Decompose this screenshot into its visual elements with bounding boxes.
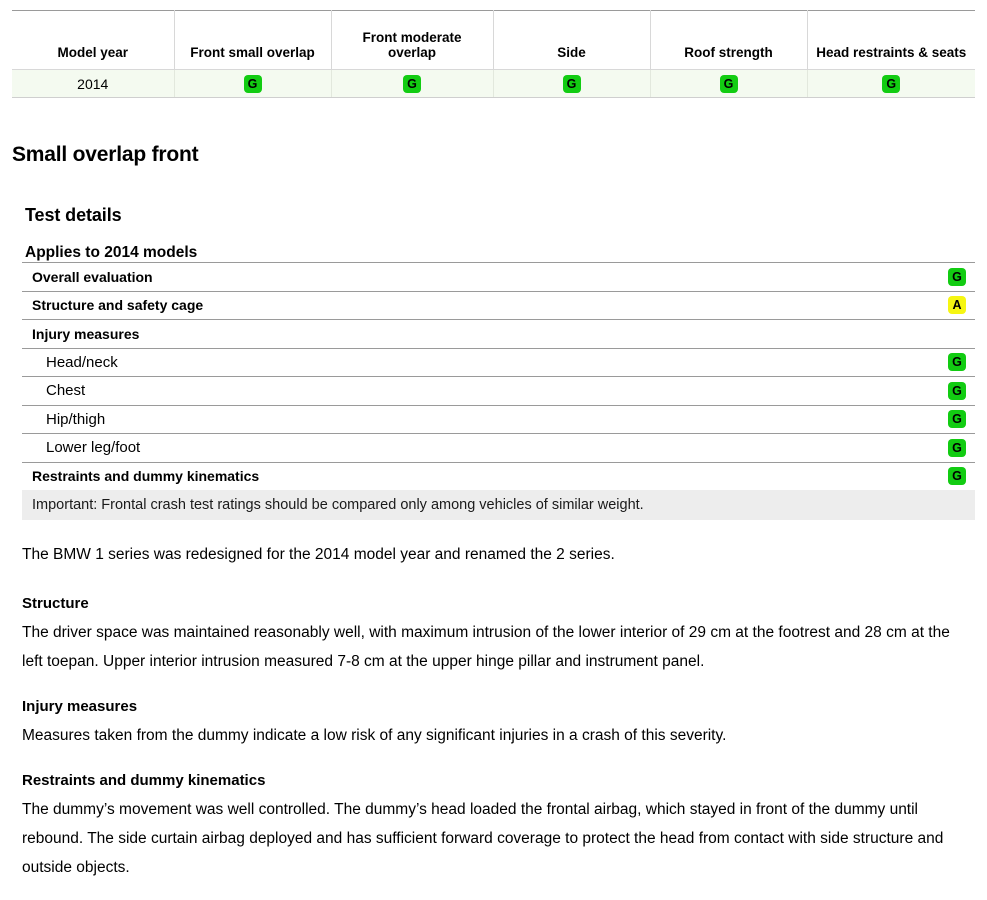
injury-measures-paragraph: Measures taken from the dummy indicate a… bbox=[22, 727, 727, 744]
column-header-head-restraints-seats: Head restraints & seats bbox=[807, 10, 975, 70]
page-title: Small overlap front bbox=[12, 143, 199, 166]
column-header-roof-strength: Roof strength bbox=[650, 10, 808, 70]
column-header-side: Side bbox=[493, 10, 651, 70]
rating-badge-lower-leg-foot: G bbox=[948, 438, 966, 457]
structure-paragraph: The driver space was maintained reasonab… bbox=[22, 624, 950, 670]
rating-badge-chest: G bbox=[948, 381, 966, 400]
detail-rating: G bbox=[947, 467, 967, 486]
rating-badge-restraints-and-dummy-kinematics: G bbox=[948, 467, 966, 486]
table-row: 2014 G G G G G bbox=[12, 69, 975, 98]
detail-rating: G bbox=[947, 381, 967, 400]
cell-model-year: 2014 bbox=[12, 69, 175, 98]
detail-row-chest: Chest G bbox=[22, 376, 975, 405]
cell-side: G bbox=[493, 69, 651, 98]
injury-measures-heading: Injury measures bbox=[22, 698, 138, 715]
detail-rating: G bbox=[947, 267, 967, 286]
detail-row-restraints-and-dummy-kinematics: Restraints and dummy kinematics G bbox=[22, 461, 975, 491]
rating-badge-overall-evaluation: G bbox=[948, 267, 966, 286]
summary-ratings-table: Model year Front small overlap Front mod… bbox=[12, 10, 975, 98]
detail-label: Head/neck bbox=[46, 353, 118, 371]
test-details-heading: Test details bbox=[25, 205, 122, 225]
detail-row-head-neck: Head/neck G bbox=[22, 347, 975, 377]
detail-rating: A bbox=[947, 296, 967, 315]
detail-label: Injury measures bbox=[32, 325, 140, 342]
column-header-model-year: Model year bbox=[12, 10, 175, 70]
detail-rating: G bbox=[947, 410, 967, 429]
detail-label: Chest bbox=[46, 382, 86, 400]
summary-ratings-section: Model year Front small overlap Front mod… bbox=[0, 0, 987, 98]
detail-row-lower-leg-foot: Lower leg/foot G bbox=[22, 433, 975, 462]
rating-badge-head-neck: G bbox=[948, 353, 966, 372]
rating-badge-roof-strength: G bbox=[719, 74, 738, 93]
model-year-value: 2014 bbox=[77, 75, 109, 92]
rating-badge-front-moderate-overlap: G bbox=[403, 74, 421, 93]
cell-front-moderate-overlap: G bbox=[331, 69, 494, 98]
detail-label: Structure and safety cage bbox=[32, 297, 204, 314]
rating-badge-side: G bbox=[562, 74, 581, 93]
rating-badge-structure-and-safety-cage: A bbox=[948, 296, 966, 315]
rating-badge-hip-thigh: G bbox=[948, 410, 966, 429]
detail-rating: G bbox=[947, 438, 967, 457]
detail-row-hip-thigh: Hip/thigh G bbox=[22, 404, 975, 434]
detail-rating: G bbox=[947, 353, 967, 372]
restraints-paragraph: The dummy’s movement was well controlled… bbox=[22, 801, 944, 876]
detail-row-overall-evaluation: Overall evaluation G bbox=[22, 262, 975, 291]
structure-heading: Structure bbox=[22, 595, 89, 612]
detail-row-structure-and-safety-cage: Structure and safety cage A bbox=[22, 290, 975, 320]
important-note: Important: Frontal crash test ratings sh… bbox=[22, 490, 975, 520]
applies-to-label: Applies to 2014 models bbox=[25, 243, 198, 261]
test-details-list: Overall evaluation G Structure and safet… bbox=[22, 262, 975, 520]
cell-front-small-overlap: G bbox=[174, 69, 332, 98]
rating-badge-head-restraints-seats: G bbox=[882, 74, 901, 93]
restraints-heading: Restraints and dummy kinematics bbox=[22, 772, 266, 789]
lead-paragraph: The BMW 1 series was redesigned for the … bbox=[22, 546, 615, 563]
detail-row-injury-measures: Injury measures bbox=[22, 319, 975, 348]
rating-badge-front-small-overlap: G bbox=[243, 74, 262, 93]
detail-label: Overall evaluation bbox=[32, 268, 153, 285]
summary-table-header-row: Model year Front small overlap Front mod… bbox=[12, 10, 975, 70]
cell-roof-strength: G bbox=[650, 69, 808, 98]
detail-label: Restraints and dummy kinematics bbox=[32, 468, 260, 485]
column-header-front-moderate-overlap: Front moderate overlap bbox=[331, 10, 494, 70]
column-header-front-small-overlap: Front small overlap bbox=[174, 10, 332, 70]
detail-label: Hip/thigh bbox=[46, 410, 106, 428]
narrative-section: The BMW 1 series was redesigned for the … bbox=[22, 540, 962, 900]
cell-head-restraints-seats: G bbox=[807, 69, 975, 98]
detail-label: Lower leg/foot bbox=[46, 439, 141, 457]
